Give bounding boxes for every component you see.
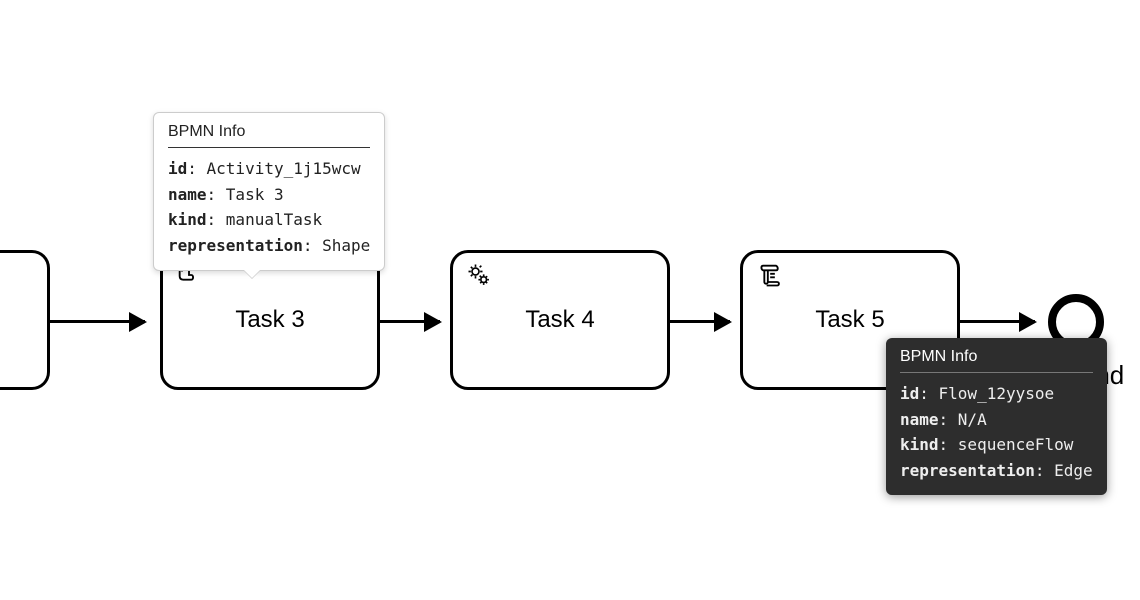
tooltip-divider	[900, 372, 1093, 373]
script-task-icon	[755, 261, 783, 289]
sequence-flow[interactable]	[380, 320, 440, 323]
sequence-flow[interactable]	[50, 320, 145, 323]
bpmn-info-tooltip-light: BPMN Info id: Activity_1j15wcw name: Tas…	[153, 112, 385, 271]
tooltip-title: BPMN Info	[168, 123, 370, 141]
task-label: Task 3	[235, 306, 304, 334]
task-label: Task 5	[815, 306, 884, 334]
bpmn-canvas[interactable]: Task 3 Task 4 Task 5	[0, 0, 1140, 600]
tooltip-title: BPMN Info	[900, 348, 1093, 366]
tooltip-divider	[168, 147, 370, 148]
task-label: Task 4	[525, 306, 594, 334]
tooltip-row-id: id: Activity_1j15wcw	[168, 156, 370, 182]
tooltip-row-name: name: Task 3	[168, 182, 370, 208]
sequence-flow-end[interactable]	[960, 320, 1035, 323]
tooltip-row-kind: kind: sequenceFlow	[900, 432, 1093, 458]
sequence-flow[interactable]	[670, 320, 730, 323]
task-partial-left[interactable]	[0, 250, 50, 390]
service-task-icon	[465, 261, 493, 289]
tooltip-row-rep: representation: Shape	[168, 233, 370, 259]
tooltip-row-rep: representation: Edge	[900, 458, 1093, 484]
tooltip-row-id: id: Flow_12yysoe	[900, 381, 1093, 407]
task-4[interactable]: Task 4	[450, 250, 670, 390]
bpmn-info-tooltip-dark: BPMN Info id: Flow_12yysoe name: N/A kin…	[886, 338, 1107, 495]
tooltip-row-name: name: N/A	[900, 407, 1093, 433]
tooltip-row-kind: kind: manualTask	[168, 207, 370, 233]
